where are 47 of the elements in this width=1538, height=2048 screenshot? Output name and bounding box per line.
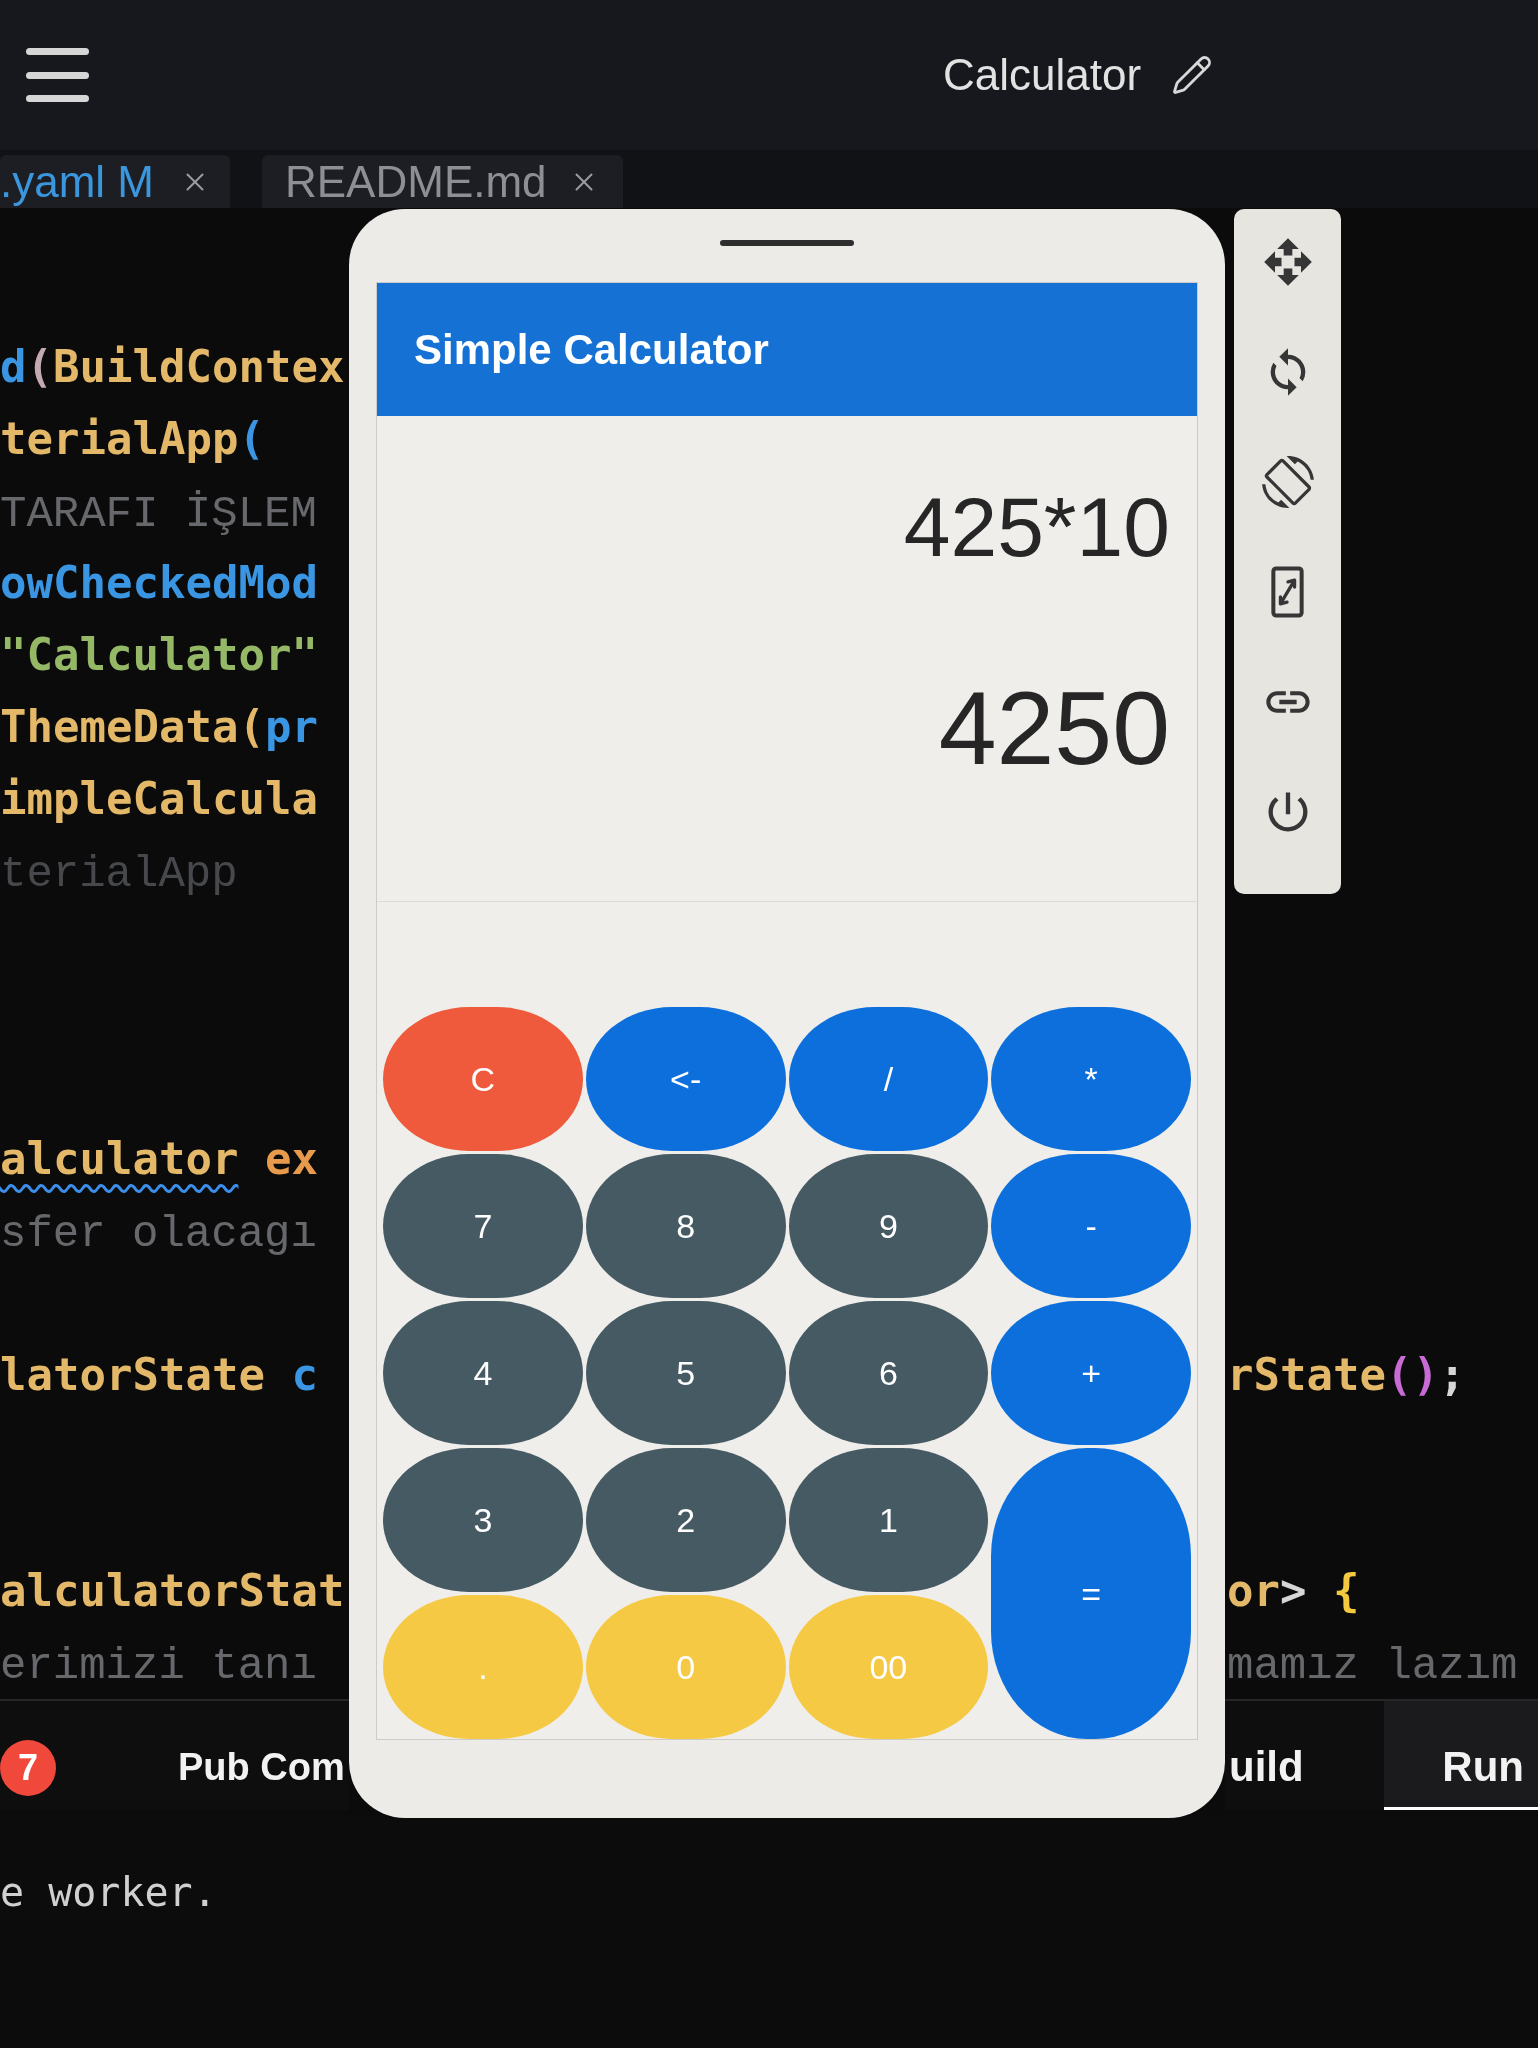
code-line: sfer olacagı (0, 1208, 317, 1261)
code-line: "Calculator" (0, 628, 318, 682)
code-line: d(BuildContex (0, 340, 345, 394)
code-line: impleCalcula (0, 772, 318, 826)
key-button[interactable]: 7 (383, 1154, 583, 1298)
speaker-slot-icon (720, 240, 854, 246)
resize-icon[interactable] (1271, 566, 1304, 618)
pencil-icon[interactable] (1171, 54, 1214, 96)
project-title: Calculator (943, 53, 1142, 97)
code-line: terialApp (0, 848, 238, 901)
key-button[interactable]: / (788, 1007, 989, 1151)
code-line: latorState c (0, 1348, 318, 1402)
code-line: mamız lazım (1227, 1640, 1518, 1693)
key-button[interactable]: 3 (383, 1448, 583, 1592)
key-button[interactable]: 8 (585, 1154, 786, 1298)
count-badge: 7 (0, 1739, 56, 1796)
code-line: alculator ex (0, 1132, 318, 1186)
key-button[interactable]: 5 (585, 1301, 786, 1445)
key-button[interactable]: - (991, 1154, 1191, 1298)
code-line: alculatorStat (0, 1564, 345, 1618)
app-title: Simple Calculator (414, 328, 769, 371)
editor-tab[interactable]: README.md (262, 155, 623, 208)
key-button[interactable]: = (991, 1448, 1191, 1739)
panel-tab[interactable]: Run (1384, 1701, 1538, 1810)
key-button[interactable]: + (991, 1301, 1191, 1445)
code-line: erimizi tanı (0, 1640, 317, 1693)
panel-tab[interactable]: Pub Com (178, 1727, 345, 1808)
key-button[interactable]: 9 (788, 1154, 989, 1298)
key-button[interactable]: 2 (585, 1448, 786, 1592)
code-line: or> { (1227, 1564, 1360, 1618)
panel-tab[interactable]: uild (1225, 1701, 1324, 1810)
code-line: terialApp( (0, 412, 265, 466)
key-button[interactable]: * (991, 1007, 1191, 1151)
code-line: ThemeData(pr (0, 700, 318, 754)
key-button[interactable]: 1 (788, 1448, 989, 1592)
code-line: rState(); (1227, 1348, 1466, 1402)
expression-text: 425*10 (903, 482, 1170, 572)
menu-icon[interactable] (26, 48, 89, 102)
result-text: 4250 (938, 673, 1170, 783)
rotate-screen-icon[interactable] (1261, 456, 1314, 508)
output-line: e worker. (0, 1868, 217, 1916)
editor-tab[interactable]: .yaml M (0, 155, 230, 208)
code-line: owCheckedMod (0, 556, 318, 610)
code-line: TARAFI İŞLEM (0, 488, 317, 541)
key-button[interactable]: 4 (383, 1301, 583, 1445)
key-button[interactable]: 6 (788, 1301, 989, 1445)
key-button[interactable]: <- (585, 1007, 786, 1151)
